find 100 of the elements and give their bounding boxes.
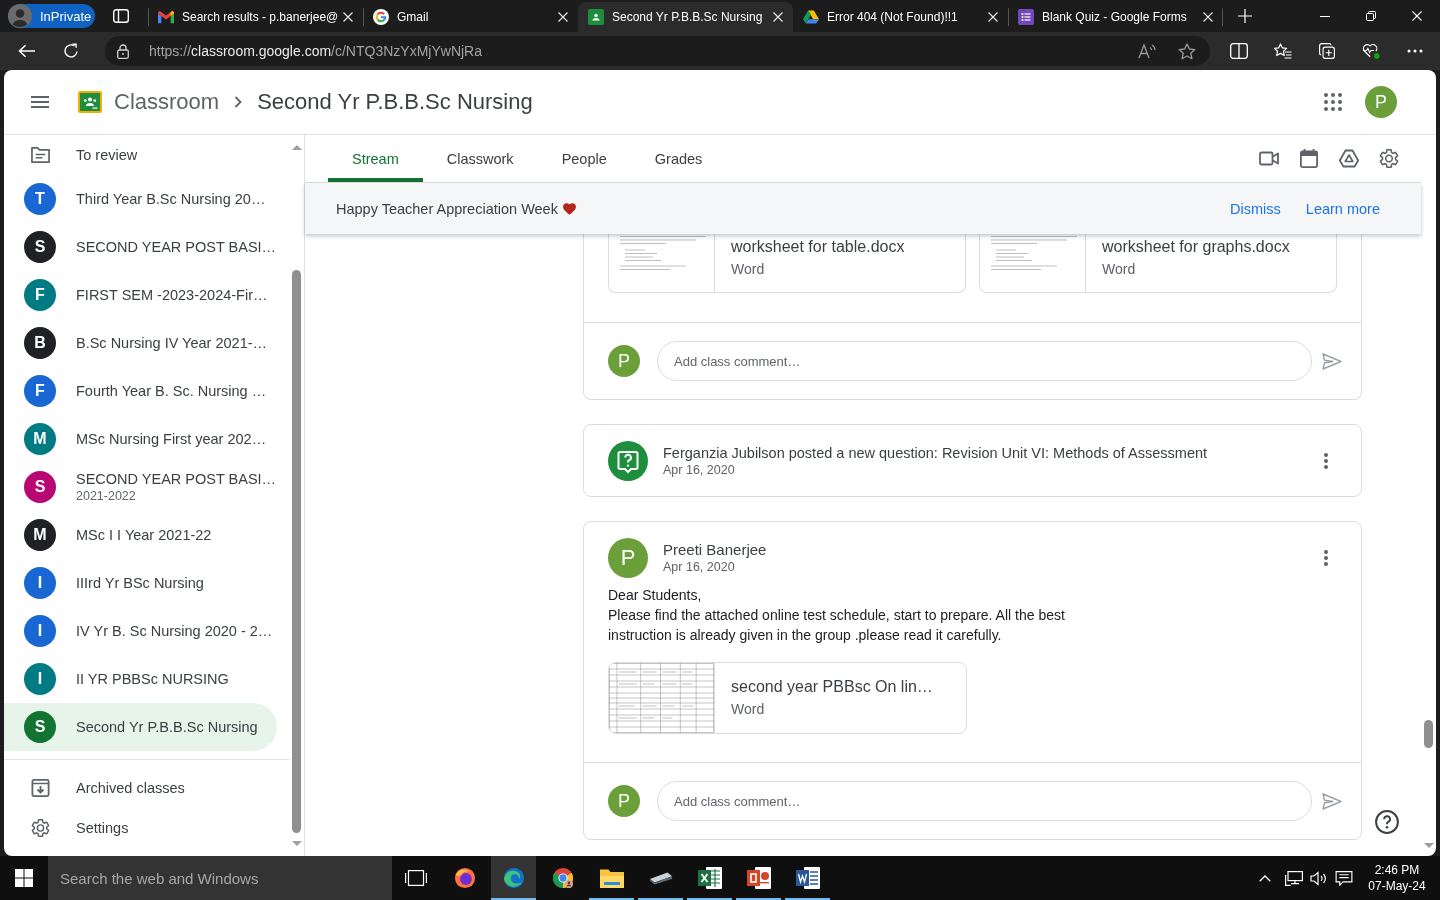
class-tab[interactable]: Grades (630, 135, 727, 182)
question-card[interactable]: Ferganzia Jubilson posted a new question: Revision Unit VI: Methods of Assessment Apr 16, 2020 (583, 424, 1362, 497)
class-avatar: S (24, 231, 56, 263)
plus-icon[interactable] (1238, 9, 1252, 23)
send-icon[interactable] (1322, 352, 1342, 370)
class-avatar: M (24, 423, 56, 455)
task-view-icon[interactable] (405, 870, 427, 886)
class-title: Second Yr P.B.B.Sc Nursing (257, 89, 533, 115)
sidebar-class-item[interactable]: S Second Yr P.B.B.Sc Nursing (4, 703, 277, 751)
apps-grid-icon[interactable] (1324, 93, 1342, 111)
tab-actions-icon[interactable] (113, 9, 129, 23)
class-avatar: B (24, 327, 56, 359)
sidebar-class-item[interactable]: F FIRST SEM -2023-2024-Fir… (4, 271, 277, 319)
scrollbar-thumb[interactable] (1424, 720, 1433, 748)
split-screen-icon[interactable] (1230, 43, 1248, 59)
close-icon[interactable] (558, 12, 568, 22)
settings-icon[interactable] (1379, 149, 1399, 168)
video-camera-icon[interactable] (1259, 149, 1279, 168)
clock-time[interactable]: 2:46 PM (1374, 862, 1420, 878)
class-avatar: M (24, 519, 56, 551)
user-avatar: P (608, 538, 648, 578)
class-avatar: F (24, 375, 56, 407)
archive-icon (30, 779, 50, 797)
attachment-card[interactable]: worksheet for table.docx Word (608, 234, 966, 293)
attachment-card[interactable]: second year PBBsc On lin… Word (608, 662, 967, 734)
star-icon[interactable] (1178, 42, 1196, 60)
sidebar-class-item[interactable]: I IV Yr B. Sc Nursing 2020 - 2… (4, 607, 277, 655)
more-icon[interactable] (1407, 49, 1423, 53)
spreadsheet-icon (697, 867, 722, 889)
minimize-icon[interactable] (1320, 15, 1330, 17)
search-field[interactable]: Search the web and Windows (48, 856, 392, 900)
sidebar-class-item[interactable]: S SECOND YEAR POST BASI… 2021-2022 (4, 463, 277, 511)
network-icon[interactable] (1285, 870, 1303, 886)
browser-icon (501, 867, 526, 889)
sidebar-class-item[interactable]: B B.Sc Nursing IV Year 2021-… (4, 319, 277, 367)
calendar-icon[interactable] (1299, 149, 1319, 168)
send-icon[interactable] (1322, 792, 1342, 810)
sidebar-class-item[interactable]: I IIIrd Yr BSc Nursing (4, 559, 277, 607)
menu-icon[interactable] (31, 96, 49, 108)
volume-icon[interactable] (1310, 870, 1328, 886)
clock-date[interactable]: 07-May-24 (1368, 878, 1426, 894)
more-options-icon[interactable] (1324, 550, 1328, 566)
close-icon[interactable] (1203, 12, 1213, 22)
folder-icon (30, 146, 50, 164)
scrollbar-thumb[interactable] (292, 270, 301, 833)
comment-field[interactable]: Add class comment… (657, 341, 1312, 381)
document-icon (795, 867, 820, 889)
sidebar-item[interactable]: Settings (4, 808, 277, 848)
address-bar[interactable]: https://classroom.google.com/c/NTQ3NzYxMjYwNjRa (105, 36, 1210, 66)
heart-pulse-icon[interactable] (1362, 43, 1380, 59)
restore-icon[interactable] (1366, 11, 1376, 21)
class-tab[interactable]: People (537, 135, 631, 182)
collections-icon[interactable] (1318, 43, 1336, 59)
scroll-down-arrow-icon[interactable] (291, 841, 302, 846)
sidebar-class-item[interactable]: S SECOND YEAR POST BASI… (4, 223, 277, 271)
refresh-icon[interactable] (63, 43, 79, 59)
g-logo-icon (373, 9, 389, 25)
back-icon[interactable] (18, 44, 36, 58)
read-aloud-icon[interactable] (1138, 43, 1156, 59)
more-options-icon[interactable] (1324, 452, 1328, 469)
folder-icon (599, 867, 624, 889)
sidebar-class-item[interactable]: I II YR PBBSc NURSING (4, 655, 277, 703)
sidebar-item[interactable]: To review (4, 135, 277, 175)
chevron-up-icon[interactable] (1259, 874, 1271, 882)
class-tab[interactable]: Stream (328, 135, 423, 182)
settings-icon (30, 819, 50, 837)
profile-silhouette-icon (8, 4, 32, 28)
app-title[interactable]: Classroom (114, 89, 220, 115)
class-avatar: T (24, 183, 56, 215)
taskbar-app-button[interactable] (491, 856, 536, 900)
close-icon[interactable] (988, 12, 998, 22)
mail-icon (158, 9, 174, 25)
class-avatar: I (24, 615, 56, 647)
notification-icon[interactable] (1335, 870, 1353, 886)
windows-logo-icon (15, 869, 33, 887)
scroll-down-arrow-icon[interactable] (1423, 843, 1434, 848)
sidebar-class-item[interactable]: T Third Year B.Sc Nursing 20… (4, 175, 277, 223)
sidebar-class-item[interactable]: M MSc Nursing First year 202… (4, 415, 277, 463)
browser-tab[interactable]: Error 404 (Not Found)!!1 (793, 2, 1008, 32)
sidebar-class-item[interactable]: M MSc I I Year 2021-22 (4, 511, 277, 559)
triangle-drive-icon[interactable] (1339, 149, 1359, 168)
inprivate-button[interactable]: InPrivate (8, 4, 95, 28)
classroom-logo-icon[interactable] (78, 91, 102, 113)
banner-message: Happy Teacher Appreciation Week (336, 200, 558, 217)
class-tab[interactable]: Classwork (422, 135, 538, 182)
scroll-up-arrow-icon[interactable] (291, 145, 302, 150)
close-icon[interactable] (343, 12, 353, 22)
sidebar-class-item[interactable]: F Fourth Year B. Sc. Nursing … (4, 367, 277, 415)
help-icon[interactable] (1375, 810, 1399, 834)
comment-field[interactable]: Add class comment… (657, 781, 1312, 821)
attachment-card[interactable]: worksheet for graphs.docx Word (979, 234, 1337, 293)
banner-link[interactable]: Learn more (1305, 200, 1380, 217)
user-avatar: P (608, 345, 640, 377)
banner-link[interactable]: Dismiss (1230, 200, 1281, 217)
class-avatar: S (24, 471, 56, 503)
favorites-icon[interactable] (1274, 43, 1292, 59)
close-icon[interactable] (773, 12, 783, 22)
browser-icon (452, 867, 477, 889)
browser-tab[interactable]: Second Yr P.B.B.Sc Nursing (578, 2, 793, 32)
sidebar-item[interactable]: Archived classes (4, 768, 277, 808)
